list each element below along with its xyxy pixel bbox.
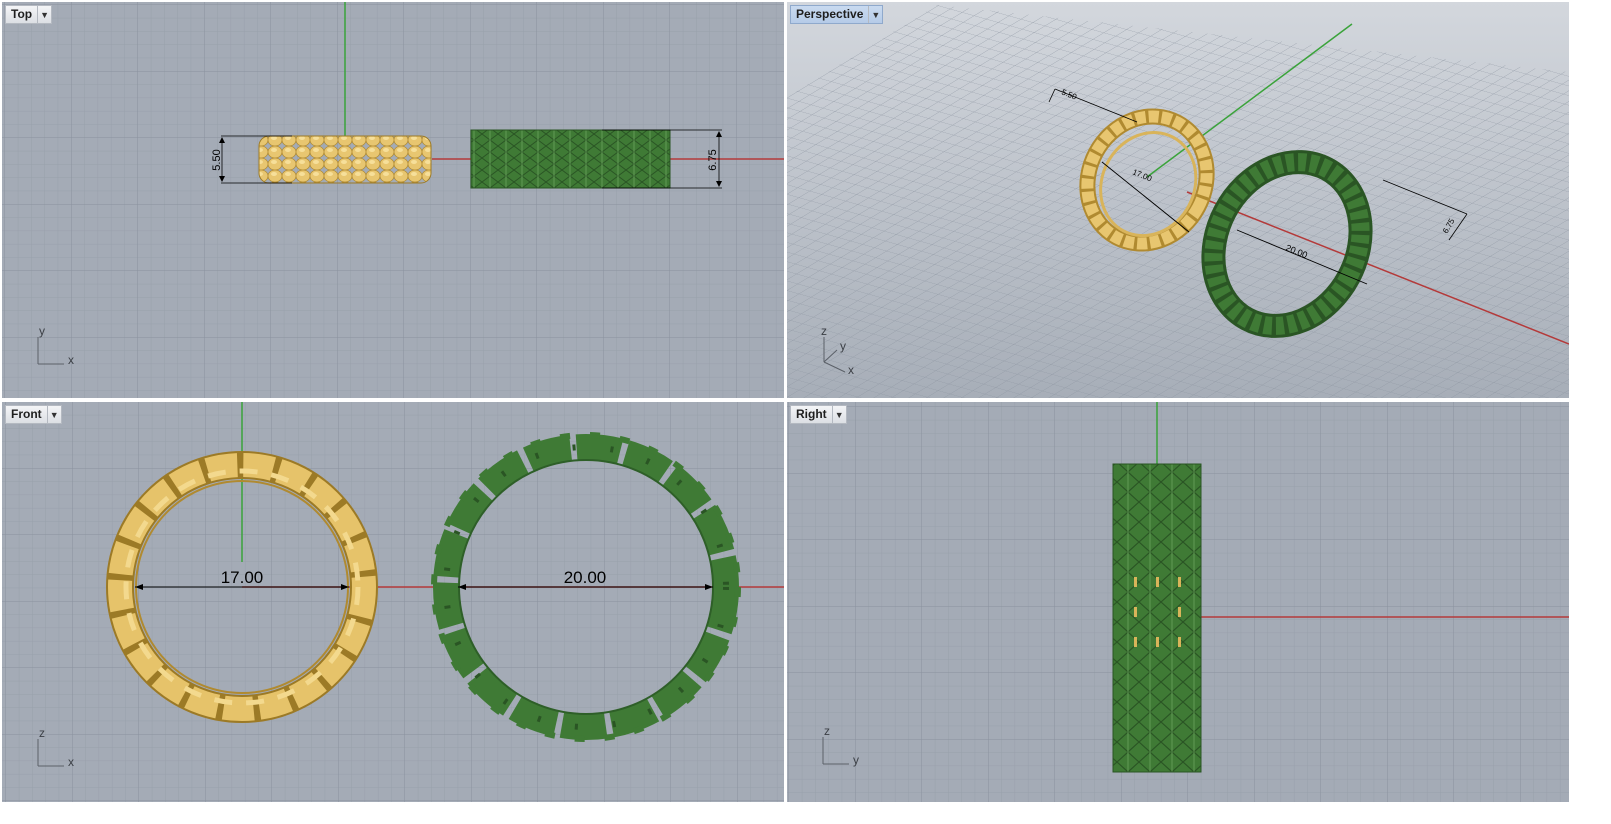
chevron-down-icon[interactable]: ▼ xyxy=(46,406,61,423)
viewport-top[interactable]: Top ▼ 5.50 6.75 x y xyxy=(2,2,784,398)
green-ring[interactable] xyxy=(470,129,671,189)
chevron-down-icon[interactable]: ▼ xyxy=(37,6,51,23)
axis-label-h: y xyxy=(853,753,859,767)
axis-label-h: x xyxy=(68,755,74,769)
front-canvas: 17.00 20.00 x z xyxy=(2,402,784,802)
viewport-title: Right xyxy=(796,407,827,421)
viewport-tab-front[interactable]: Front ▼ xyxy=(5,405,62,424)
axis-label-v: z xyxy=(39,726,45,740)
viewport-tab-right[interactable]: Right ▼ xyxy=(790,405,847,424)
green-ring[interactable] xyxy=(1112,463,1202,773)
viewport-front[interactable]: Front ▼ 17.00 20.00 x z xyxy=(2,402,784,802)
viewport-right[interactable]: Right ▼ y z xyxy=(787,402,1569,802)
dimension-label: 20.00 xyxy=(564,568,607,587)
axis-label-v: z xyxy=(824,724,830,738)
axis-label-x: x xyxy=(848,363,854,377)
axis-label-v: y xyxy=(39,324,45,338)
chevron-down-icon[interactable]: ▼ xyxy=(831,406,846,423)
dimension-label: 17.00 xyxy=(221,568,264,587)
viewport-perspective[interactable]: Perspective ▼ 5.50 17.00 6.75 20.00 x y … xyxy=(787,2,1569,398)
dimension-label: 5.50 xyxy=(211,149,223,170)
viewport-title: Top xyxy=(11,7,33,21)
dimension-label: 6.75 xyxy=(707,149,719,170)
chevron-down-icon[interactable]: ▼ xyxy=(868,6,882,23)
viewport-tab-perspective[interactable]: Perspective ▼ xyxy=(790,5,884,24)
axis-label-y: y xyxy=(840,339,846,353)
viewport-tab-top[interactable]: Top ▼ xyxy=(5,5,53,24)
top-canvas: 5.50 6.75 x y xyxy=(2,2,784,398)
perspective-canvas: 5.50 17.00 6.75 20.00 x y z xyxy=(787,2,1569,398)
axis-label-z: z xyxy=(821,324,827,338)
viewport-title: Perspective xyxy=(796,7,864,21)
viewport-title: Front xyxy=(11,407,42,421)
axis-label-h: x xyxy=(68,353,74,367)
right-canvas: y z xyxy=(787,402,1569,802)
gold-ring[interactable] xyxy=(258,135,432,184)
